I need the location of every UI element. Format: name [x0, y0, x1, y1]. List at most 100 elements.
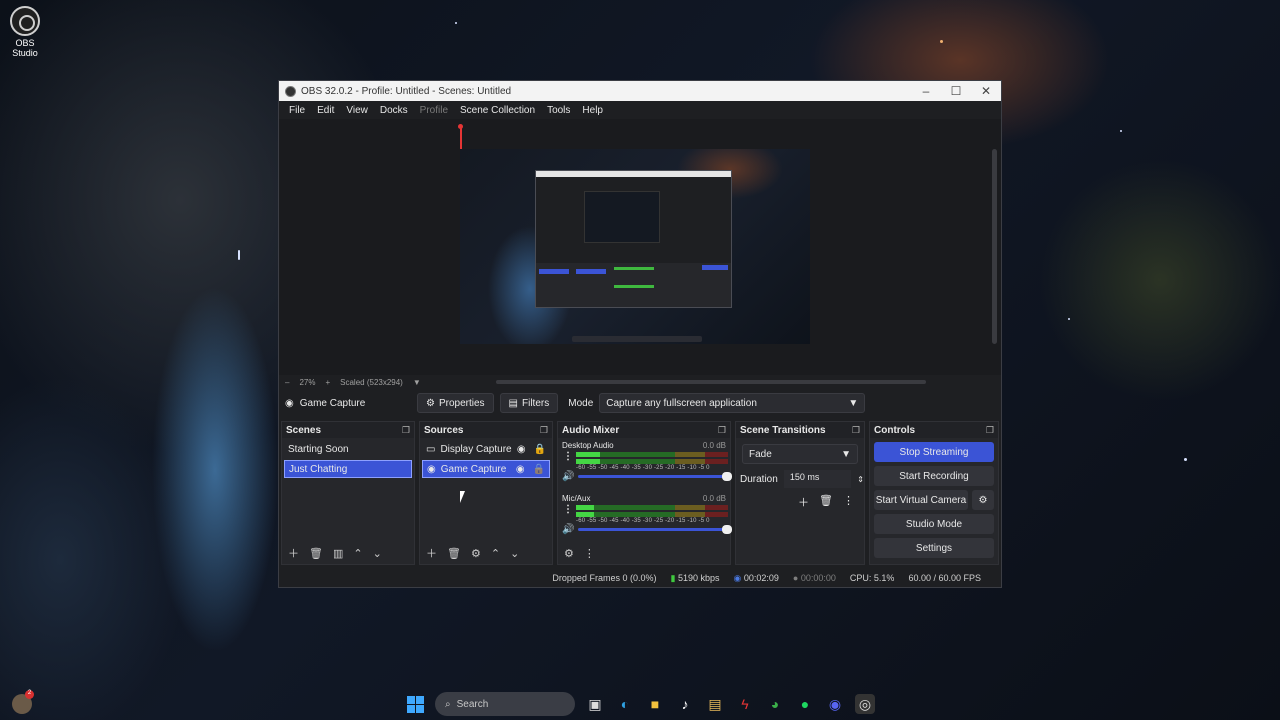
volume-slider[interactable] — [578, 525, 732, 534]
add-icon[interactable]: ＋ — [798, 494, 809, 510]
preview-horizontal-scrollbar[interactable] — [496, 380, 926, 384]
channel-db: 0.0 dB — [702, 494, 726, 503]
chevron-down-icon: ▼ — [848, 397, 859, 409]
undock-icon[interactable]: ❐ — [986, 425, 994, 436]
zoom-dropdown-icon[interactable]: ▼ — [413, 378, 421, 387]
gear-icon[interactable]: ⚙ — [471, 547, 481, 560]
settings-button[interactable]: Settings — [874, 538, 994, 558]
move-down-icon[interactable]: ⌄ — [510, 547, 519, 560]
eye-icon[interactable]: ◉ — [516, 464, 525, 475]
add-icon[interactable]: ＋ — [288, 545, 299, 561]
source-label: Display Capture — [440, 443, 512, 455]
start-recording-button[interactable]: Start Recording — [874, 466, 994, 486]
menu-tools[interactable]: Tools — [541, 105, 576, 116]
spin-icon[interactable]: ⇕ — [857, 475, 864, 484]
close-button[interactable]: ✕ — [971, 84, 1001, 98]
discord-icon[interactable]: ◉ — [825, 694, 845, 714]
menu-help[interactable]: Help — [576, 105, 609, 116]
obs-taskbar-icon[interactable]: ◎ — [855, 694, 875, 714]
start-virtual-camera-button[interactable]: Start Virtual Camera — [874, 490, 968, 510]
spotify-icon[interactable]: ● — [795, 694, 815, 714]
notepad-icon[interactable]: ▤ — [705, 694, 725, 714]
stop-streaming-button[interactable]: Stop Streaming — [874, 442, 994, 462]
menu-scene-collection[interactable]: Scene Collection — [454, 105, 541, 116]
sources-dock: Sources ❐ ▭ Display Capture ◉ 🔒 ◉ Game C… — [419, 421, 553, 565]
preview-canvas[interactable] — [460, 149, 810, 344]
undock-icon[interactable]: ❐ — [718, 425, 726, 436]
undock-icon[interactable]: ❐ — [852, 425, 860, 436]
virtual-camera-gear-icon[interactable]: ⚙ — [972, 490, 994, 510]
filters-button[interactable]: ▤ Filters — [499, 393, 559, 413]
zoom-out-button[interactable]: – — [285, 378, 289, 387]
scene-item-just-chatting[interactable]: Just Chatting — [284, 460, 412, 478]
scale-label: Scaled (523x294) — [340, 377, 403, 387]
audio-mixer-title: Audio Mixer — [562, 424, 620, 436]
filters-label: Filters — [522, 397, 550, 409]
filter-icon[interactable]: ▥ — [333, 547, 343, 560]
speaker-icon[interactable]: 🔊 — [562, 524, 574, 535]
add-icon[interactable]: ＋ — [426, 545, 437, 561]
docks: Scenes ❐ Starting Soon Just Chatting ＋ 🗑… — [281, 421, 999, 565]
channel-menu-icon[interactable]: ⋮ — [563, 451, 573, 462]
tiktok-icon[interactable]: ♪ — [675, 694, 695, 714]
scene-item-starting-soon[interactable]: Starting Soon — [284, 440, 412, 458]
menu-view[interactable]: View — [340, 105, 374, 116]
mode-select[interactable]: Capture any fullscreen application ▼ — [599, 393, 866, 413]
menu-docks[interactable]: Docks — [374, 105, 414, 116]
properties-button[interactable]: ⚙ Properties — [417, 393, 494, 413]
undock-icon[interactable]: ❐ — [402, 425, 410, 436]
transition-value: Fade — [749, 448, 772, 460]
transition-select[interactable]: Fade ▼ — [742, 444, 858, 464]
studio-mode-button[interactable]: Studio Mode — [874, 514, 994, 534]
trash-icon[interactable]: 🗑 — [447, 547, 461, 560]
source-label: Game Capture — [440, 463, 507, 475]
duration-label: Duration — [740, 473, 778, 485]
volume-knob[interactable] — [722, 472, 732, 481]
task-view-icon[interactable]: ▣ — [585, 694, 605, 714]
rotation-handle[interactable] — [458, 124, 463, 129]
preview-vertical-scrollbar[interactable] — [992, 149, 997, 344]
channel-menu-icon[interactable]: ⋮ — [563, 504, 573, 515]
trash-icon[interactable]: 🗑 — [309, 547, 323, 560]
more-icon[interactable]: ⋮ — [843, 494, 854, 510]
volume-slider[interactable] — [578, 472, 732, 481]
source-item-display-capture[interactable]: ▭ Display Capture ◉ 🔒 — [422, 440, 550, 458]
move-down-icon[interactable]: ⌄ — [373, 547, 382, 560]
mode-value: Capture any fullscreen application — [606, 397, 757, 409]
zoom-in-button[interactable]: + — [325, 378, 330, 387]
menu-file[interactable]: File — [283, 105, 311, 116]
move-up-icon[interactable]: ⌃ — [353, 547, 362, 560]
menu-profile[interactable]: Profile — [414, 105, 454, 116]
meter-ticks: -60 -55 -50 -45 -40 -35 -30 -25 -20 -15 … — [576, 518, 710, 524]
preview-area[interactable] — [279, 119, 1001, 375]
mixer-menu-icon[interactable]: ⋮ — [584, 547, 595, 560]
taskbar-search[interactable]: ⌕ Search — [435, 692, 575, 716]
duration-input[interactable]: 150 ms — [783, 470, 852, 488]
maximize-button[interactable]: ☐ — [941, 84, 971, 98]
monitor-icon: ▭ — [426, 443, 436, 455]
speaker-icon[interactable]: 🔊 — [562, 471, 574, 482]
fps: 60.00 / 60.00 FPS — [908, 573, 981, 583]
mixer-channel-mic-aux: Mic/Aux 0.0 dB ⋮ -60 -55 -50 -45 -40 -35… — [562, 494, 732, 544]
gamepad-icon: ◉ — [285, 397, 294, 409]
menu-edit[interactable]: Edit — [311, 105, 340, 116]
undock-icon[interactable]: ❐ — [540, 425, 548, 436]
lock-icon[interactable]: 🔒 — [534, 444, 546, 455]
mixer-channel-desktop-audio: Desktop Audio 0.0 dB ⋮ -60 -55 -50 -45 -… — [562, 441, 732, 491]
bolt-app-icon[interactable]: ϟ — [735, 694, 755, 714]
level-meter — [576, 459, 728, 464]
trash-icon[interactable]: 🗑 — [819, 494, 833, 510]
edge-icon[interactable]: ◐ — [615, 694, 635, 714]
volume-knob[interactable] — [722, 525, 732, 534]
eye-icon[interactable]: ◉ — [517, 444, 526, 455]
desktop-icon-obs-studio[interactable]: OBS Studio — [4, 6, 46, 58]
chrome-icon[interactable]: ◕ — [765, 694, 785, 714]
scene-label: Starting Soon — [288, 443, 349, 455]
windows-start-icon[interactable] — [405, 694, 425, 714]
lock-icon[interactable]: 🔒 — [533, 464, 545, 475]
file-explorer-icon[interactable]: ■ — [645, 694, 665, 714]
minimize-button[interactable]: – — [911, 84, 941, 98]
source-item-game-capture[interactable]: ◉ Game Capture ◉ 🔒 — [422, 460, 550, 478]
advanced-audio-icon[interactable]: ⚙ — [564, 547, 574, 560]
move-up-icon[interactable]: ⌃ — [491, 547, 500, 560]
